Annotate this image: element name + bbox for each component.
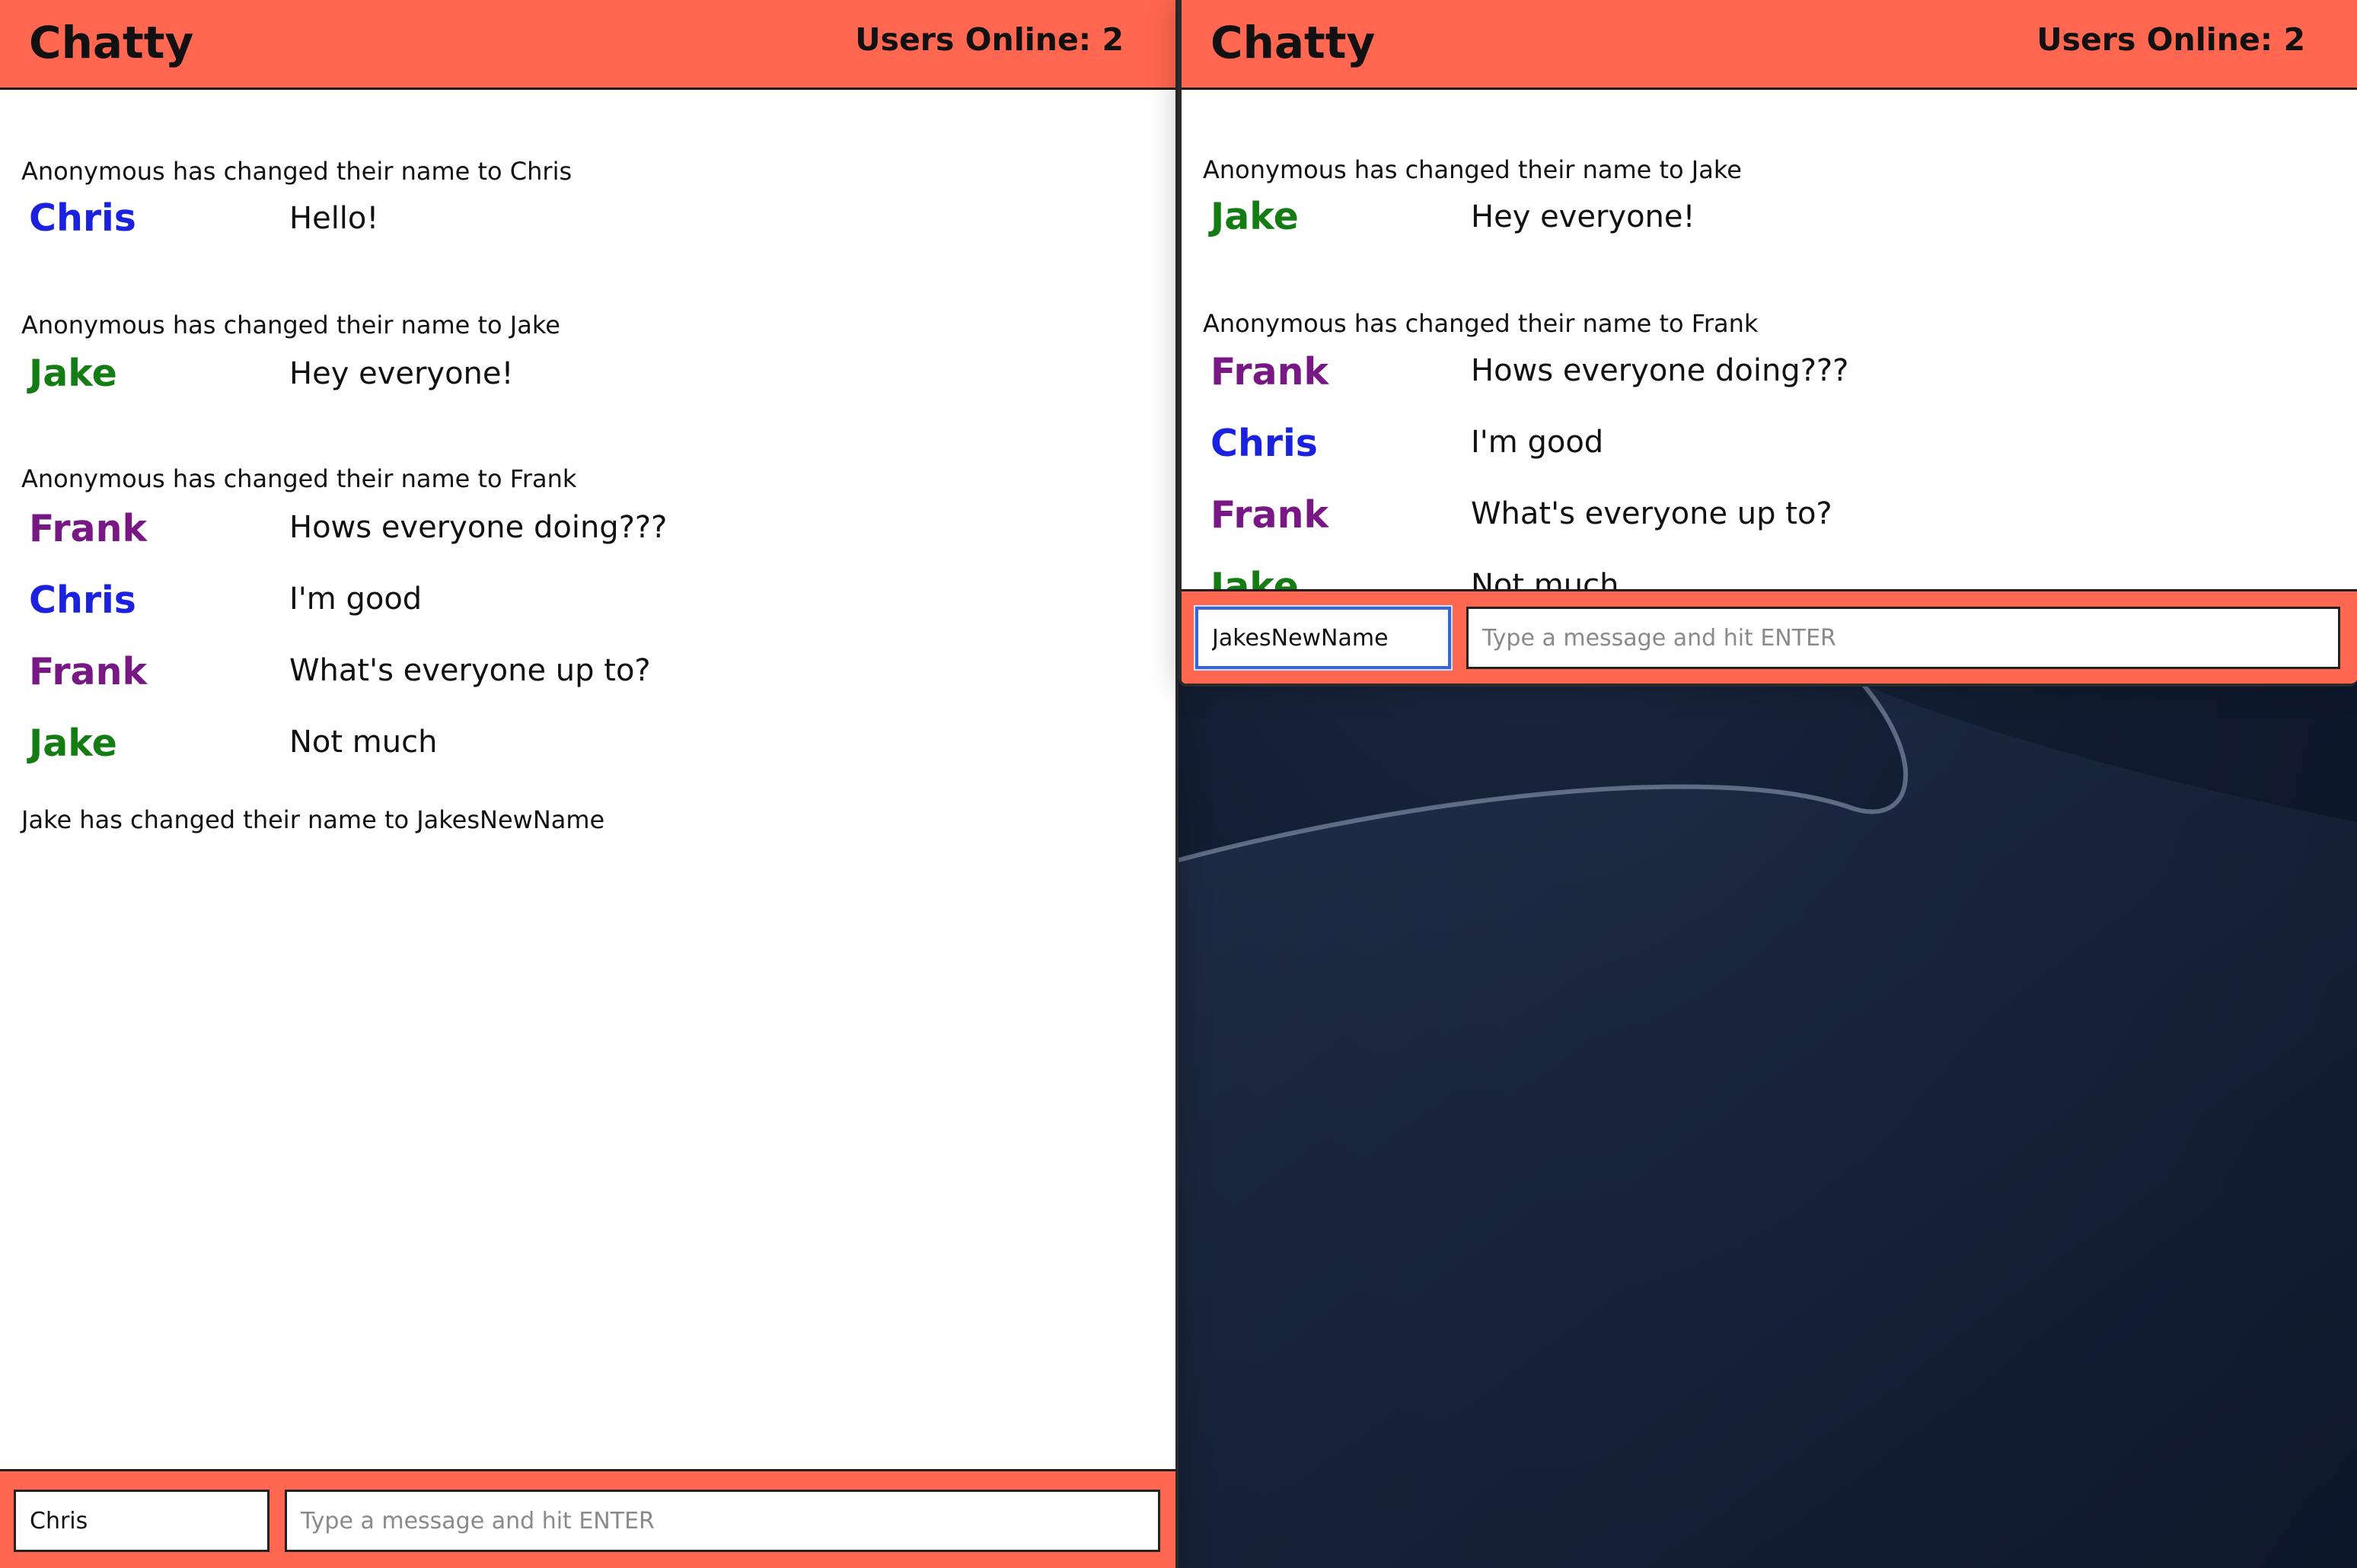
username-input[interactable]: [14, 1490, 270, 1552]
chat-footer: [1182, 589, 2357, 684]
message-content: Hows everyone doing???: [1471, 353, 1849, 388]
message-input[interactable]: [1466, 607, 2340, 669]
message-username: Frank: [1210, 493, 1329, 537]
message-content: I'm good: [289, 582, 423, 617]
message-content: I'm good: [1471, 425, 1604, 460]
message-list: Anonymous has changed their name to Jake…: [1182, 90, 2357, 591]
message-content: Hows everyone doing???: [289, 510, 668, 545]
message-input[interactable]: [285, 1490, 1160, 1552]
message-content: What's everyone up to?: [289, 653, 651, 688]
users-online-count: Users Online: 2: [855, 21, 1124, 58]
message-content: What's everyone up to?: [1471, 496, 1832, 531]
system-notice: Anonymous has changed their name to Jake: [21, 311, 560, 339]
message-content: Hey everyone!: [1471, 199, 1695, 234]
message-username: Chris: [29, 196, 136, 240]
message-username: Jake: [29, 352, 117, 395]
chat-window-right: Chatty Users Online: 2 Anonymous has cha…: [1178, 0, 2357, 687]
message-content: Hey everyone!: [289, 356, 514, 391]
message-username: Jake: [1210, 565, 1299, 591]
system-notice: Anonymous has changed their name to Fran…: [21, 464, 577, 493]
app-brand[interactable]: Chatty: [29, 17, 193, 69]
chat-footer: [0, 1469, 1175, 1568]
system-notice: Anonymous has changed their name to Chri…: [21, 157, 573, 186]
message-username: Frank: [1210, 350, 1329, 394]
message-username: Frank: [29, 507, 148, 550]
message-content: Not much: [289, 725, 438, 760]
chat-window-left: Chatty Users Online: 2 Anonymous has cha…: [0, 0, 1178, 1568]
system-notice: Anonymous has changed their name to Jake: [1203, 155, 1742, 184]
navbar: Chatty Users Online: 2: [1182, 0, 2357, 90]
username-input[interactable]: [1195, 607, 1451, 669]
system-notice: Anonymous has changed their name to Fran…: [1203, 309, 1759, 338]
system-notice: Jake has changed their name to JakesNewN…: [21, 805, 605, 834]
message-content: Hello!: [289, 201, 379, 236]
message-username: Frank: [29, 650, 148, 693]
message-username: Jake: [29, 722, 117, 765]
message-username: Chris: [29, 578, 136, 622]
users-online-count: Users Online: 2: [2036, 21, 2305, 58]
message-username: Chris: [1210, 422, 1318, 465]
app-brand[interactable]: Chatty: [1210, 17, 1375, 69]
message-username: Jake: [1210, 195, 1299, 238]
message-content: Not much: [1471, 568, 1619, 591]
message-list: Anonymous has changed their name to Chri…: [0, 90, 1175, 1466]
navbar: Chatty Users Online: 2: [0, 0, 1175, 90]
